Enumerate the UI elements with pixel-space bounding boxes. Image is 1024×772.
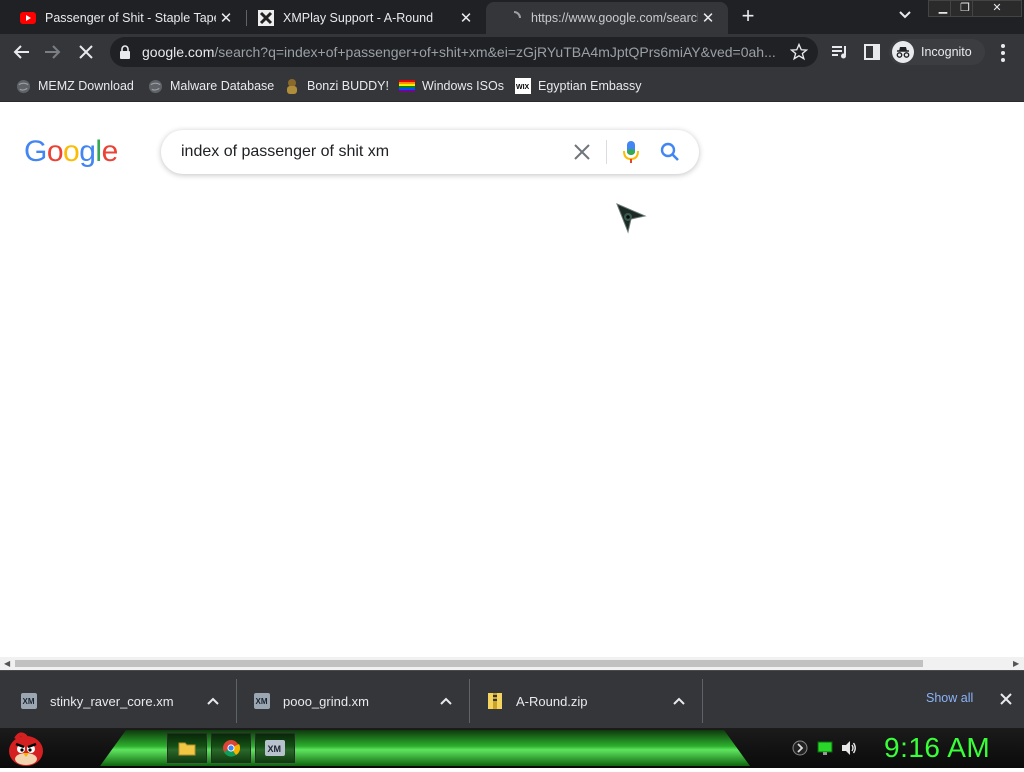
forward-button[interactable]	[40, 39, 66, 65]
bookmark-star-icon[interactable]	[789, 42, 809, 66]
bookmark-label: MEMZ Download	[38, 79, 134, 93]
download-options-chevron-icon[interactable]	[206, 694, 220, 708]
bookmark-windows-isos[interactable]: Windows ISOs	[399, 76, 504, 96]
rainbow-flag-icon	[399, 78, 415, 94]
clear-search-icon[interactable]	[571, 141, 593, 163]
tab-title: https://www.google.com/search?	[531, 11, 698, 25]
bookmark-bonzi-buddy[interactable]: Bonzi BUDDY!	[284, 76, 389, 96]
chrome-icon	[223, 740, 240, 757]
lock-icon[interactable]	[119, 45, 131, 64]
tab-close-icon[interactable]: ✕	[216, 8, 236, 28]
bookmark-label: Windows ISOs	[422, 79, 504, 93]
horizontal-scrollbar[interactable]: ◀ ▶	[0, 657, 1024, 670]
tab-title: XMPlay Support - A-Round	[283, 11, 434, 25]
tab-title: Passenger of Shit - Staple Tapewo	[45, 11, 216, 25]
monitor-tray-icon[interactable]	[817, 740, 833, 756]
close-download-shelf-icon[interactable]	[998, 691, 1014, 707]
bonzi-icon	[284, 78, 300, 94]
media-queue-icon[interactable]	[830, 42, 850, 62]
search-divider	[606, 140, 607, 164]
incognito-badge[interactable]: Incognito	[889, 39, 985, 65]
svg-text:WIX: WIX	[516, 84, 530, 91]
svg-text:XM: XM	[23, 697, 35, 706]
tab-xmplay[interactable]: XMPlay Support - A-Round ✕	[238, 2, 486, 34]
bookmarks-bar: MEMZ Download Malware Database Bonzi BUD…	[0, 70, 1024, 102]
back-arrow-icon	[13, 45, 29, 59]
xmplay-icon	[258, 10, 274, 26]
bookmark-egyptian-embassy[interactable]: WIX Egyptian Embassy	[515, 76, 642, 96]
download-item[interactable]: A-Round.zip	[486, 679, 696, 723]
xm-file-icon: XM	[253, 692, 271, 710]
zip-file-icon	[486, 692, 504, 710]
taskbar-file-explorer[interactable]	[167, 733, 207, 763]
tab-youtube[interactable]: Passenger of Shit - Staple Tapewo ✕	[0, 2, 246, 34]
loading-spinner-icon	[506, 10, 522, 26]
search-input[interactable]	[181, 143, 561, 161]
download-item[interactable]: XM pooo_grind.xm	[253, 679, 463, 723]
volume-tray-icon[interactable]	[841, 740, 857, 756]
google-search-page: Google	[0, 103, 1024, 657]
taskbar-xmplay[interactable]: XM	[255, 733, 295, 763]
new-tab-button[interactable]: +	[737, 5, 759, 28]
taskbar-chrome[interactable]	[211, 733, 251, 763]
scroll-left-arrow-icon[interactable]: ◀	[4, 659, 10, 668]
svg-text:XM: XM	[256, 697, 268, 706]
system-clock[interactable]: 9:16 AM	[884, 732, 990, 764]
download-separator	[702, 679, 703, 723]
bookmark-memz-download[interactable]: MEMZ Download	[15, 76, 134, 96]
start-button-angry-bird-icon[interactable]	[6, 729, 46, 767]
download-filename: A-Round.zip	[516, 693, 588, 709]
more-menu-icon[interactable]	[995, 43, 1011, 63]
scrollbar-thumb[interactable]	[15, 660, 923, 667]
wix-icon: WIX	[515, 78, 531, 94]
taskbar: XM 9:16 AM	[0, 728, 1024, 768]
folder-icon	[178, 742, 196, 756]
side-panel-icon[interactable]	[862, 42, 882, 62]
address-bar[interactable]: google.com/search?q=index+of+passenger+o…	[110, 37, 818, 67]
scroll-right-arrow-icon[interactable]: ▶	[1013, 659, 1019, 668]
tab-close-icon[interactable]: ✕	[698, 8, 718, 28]
xm-file-icon: XM	[20, 692, 38, 710]
stop-loading-button[interactable]	[73, 39, 99, 65]
tab-strip: Passenger of Shit - Staple Tapewo ✕ XMPl…	[0, 0, 1024, 34]
google-logo[interactable]: Google	[24, 135, 118, 169]
download-filename: stinky_raver_core.xm	[50, 693, 174, 709]
download-options-chevron-icon[interactable]	[672, 694, 686, 708]
search-magnifier-icon[interactable]	[659, 141, 681, 163]
browser-toolbar: google.com/search?q=index+of+passenger+o…	[0, 34, 1024, 70]
mouse-cursor-icon	[615, 202, 647, 234]
bookmark-label: Malware Database	[170, 79, 275, 93]
stop-x-icon	[79, 45, 93, 59]
globe-icon	[147, 78, 163, 94]
network-tray-icon[interactable]	[792, 740, 808, 756]
globe-icon	[15, 78, 31, 94]
close-window-button[interactable]: ✕	[972, 0, 1022, 17]
bookmark-label: Egyptian Embassy	[538, 79, 642, 93]
forward-arrow-icon	[45, 45, 61, 59]
xmplay-icon: XM	[265, 740, 285, 756]
download-shelf: XM stinky_raver_core.xm XM pooo_grind.xm…	[0, 670, 1024, 728]
url-text[interactable]: google.com/search?q=index+of+passenger+o…	[142, 44, 782, 60]
download-separator	[469, 679, 470, 723]
download-item[interactable]: XM stinky_raver_core.xm	[20, 679, 230, 723]
svg-text:XM: XM	[268, 744, 282, 754]
download-filename: pooo_grind.xm	[283, 693, 369, 709]
bookmark-label: Bonzi BUDDY!	[307, 79, 389, 93]
microphone-icon[interactable]	[621, 140, 641, 164]
tab-google-search[interactable]: https://www.google.com/search? ✕	[486, 2, 728, 34]
tab-search-chevron-icon[interactable]	[895, 8, 915, 26]
incognito-label: Incognito	[921, 45, 972, 59]
youtube-icon	[20, 10, 36, 26]
download-options-chevron-icon[interactable]	[439, 694, 453, 708]
show-all-downloads-link[interactable]: Show all	[926, 691, 973, 705]
back-button[interactable]	[8, 39, 34, 65]
search-box	[161, 130, 699, 174]
bookmark-malware-database[interactable]: Malware Database	[147, 76, 274, 96]
incognito-icon	[892, 41, 914, 63]
download-separator	[236, 679, 237, 723]
tab-close-icon[interactable]: ✕	[456, 8, 476, 28]
